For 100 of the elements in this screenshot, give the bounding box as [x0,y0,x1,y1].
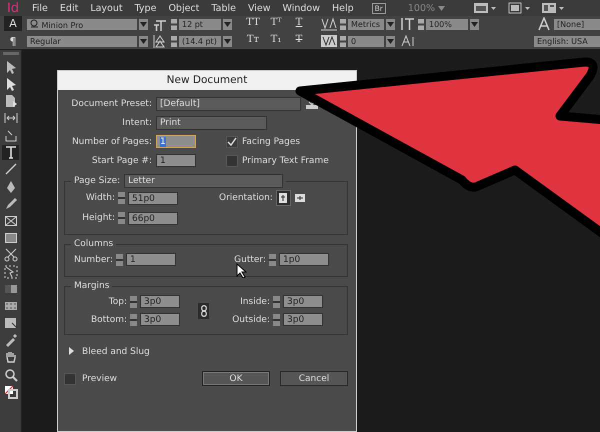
menu-item[interactable]: Type [128,2,162,14]
screen-mode-icon[interactable] [507,2,532,14]
checkbox[interactable] [64,372,76,384]
dialog-title: New Document [58,71,356,90]
stepper[interactable] [273,296,280,308]
dropdown-button[interactable] [223,18,232,30]
dropdown-button[interactable] [223,36,232,46]
field-label: Orientation: [219,193,273,203]
field-label: Width: [84,193,115,203]
vertical-scale-field[interactable]: 100% [426,18,468,30]
frame-tool[interactable] [2,213,19,228]
font-size-field[interactable]: 12 pt [179,18,221,30]
landscape-orientation-button[interactable] [294,191,307,205]
tracking-icon [320,34,338,48]
type-tool[interactable] [2,145,19,160]
menu-item[interactable]: Object [162,2,206,14]
checkbox-label: Preview [82,374,118,384]
cancel-button[interactable]: Cancel [280,371,348,386]
group-title: Columns [73,239,114,249]
colors-tool[interactable] [2,384,19,399]
panel-mode-toggle[interactable]: A [4,16,22,31]
stepper[interactable] [130,314,137,326]
type-style-button[interactable]: TT [243,17,263,31]
intent-dropdown[interactable]: Print [156,116,267,130]
stepper[interactable] [118,212,125,224]
stepper[interactable] [171,36,177,46]
field-label: Intent: [121,118,152,128]
field-label: Number: [72,254,113,264]
font-family-field[interactable]: Minion Pro [27,18,137,30]
start-page-field[interactable]: 1 [156,154,196,167]
type-style-button[interactable]: T [289,34,309,48]
group-title: Margins [73,281,110,291]
language-field[interactable]: English: USA [534,36,600,46]
checkbox[interactable] [226,154,238,166]
type-style-button[interactable]: T [289,17,309,31]
stepper[interactable] [273,314,280,326]
height-field[interactable]: 66p0 [128,212,178,224]
dropdown-button[interactable] [386,18,395,30]
zoom-dropdown[interactable]: 100% [408,2,446,14]
menu-item[interactable]: Help [326,2,360,14]
stepper[interactable] [116,254,123,266]
search-icon [30,18,39,28]
margin-field[interactable]: 3p0 [283,313,323,326]
scissors-tool[interactable] [2,248,19,262]
kerning-field[interactable]: Metrics [348,18,384,30]
caret-icon [438,6,446,10]
document-preset-dropdown[interactable]: [Default] [156,96,301,110]
type-style-button[interactable]: Tᵀ [266,17,286,31]
rect-tool[interactable] [2,230,19,246]
menu-item[interactable]: Edit [54,2,84,14]
menu-item[interactable]: Table [205,2,242,14]
character-style-icon [538,17,552,31]
panel-mode-toggle[interactable]: ¶ [4,34,22,49]
stepper[interactable] [340,18,346,30]
tracking-field[interactable]: 0 [348,36,384,46]
kerning-icon [320,17,338,31]
expand-triangle-icon[interactable] [68,346,74,358]
font-style-field[interactable]: Regular [27,36,137,46]
portrait-orientation-button[interactable] [276,190,291,206]
stepper[interactable] [418,18,424,30]
panel-grip [2,52,18,55]
page-size-dropdown[interactable]: Letter [124,174,284,188]
margin-field[interactable]: 3p0 [140,295,180,308]
checkbox[interactable] [226,136,238,148]
stepper[interactable] [171,18,177,30]
note-tool[interactable] [2,316,19,330]
stepper[interactable] [118,192,125,204]
menu-item[interactable]: File [26,2,54,14]
width-field[interactable]: 51p0 [128,192,178,204]
leading-field[interactable]: (14.4 pt) [179,36,221,46]
type-style-button[interactable]: T₁ [266,34,286,48]
dropdown-button[interactable] [470,18,479,30]
vertical-scale-icon [400,17,416,31]
view-options-icon[interactable] [473,2,498,14]
field-label: Bottom: [90,314,127,324]
dropdown-button[interactable] [139,18,148,30]
ok-button[interactable]: OK [202,371,270,386]
stepper[interactable] [130,296,137,308]
margin-field[interactable]: 3p0 [283,295,323,308]
menu-item[interactable]: Window [276,2,326,14]
field-label: Inside: [239,296,270,306]
stepper[interactable] [340,36,346,46]
number-of-pages-field[interactable]: 1 [156,135,196,148]
dropdown-button[interactable] [139,36,148,46]
gap-tool[interactable] [2,110,19,126]
character-style-field[interactable]: [None] [554,18,600,30]
type-style-button[interactable]: Tт [243,34,263,48]
columns-field[interactable]: 1 [126,253,176,266]
link-icon[interactable] [198,302,209,318]
field-label: Page Size: [74,176,120,186]
field-label: Outside: [231,314,270,324]
dropdown-button[interactable] [386,36,395,46]
menu-item[interactable]: View [242,2,277,14]
checkbox-label: Primary Text Frame [242,156,329,166]
margin-field[interactable]: 3p0 [140,313,180,326]
stepper[interactable] [269,254,276,266]
arrange-documents-icon[interactable] [541,2,566,14]
transform-tool[interactable] [2,264,19,280]
menu-item[interactable]: Layout [84,2,129,14]
columns-field[interactable]: 1p0 [279,253,329,266]
